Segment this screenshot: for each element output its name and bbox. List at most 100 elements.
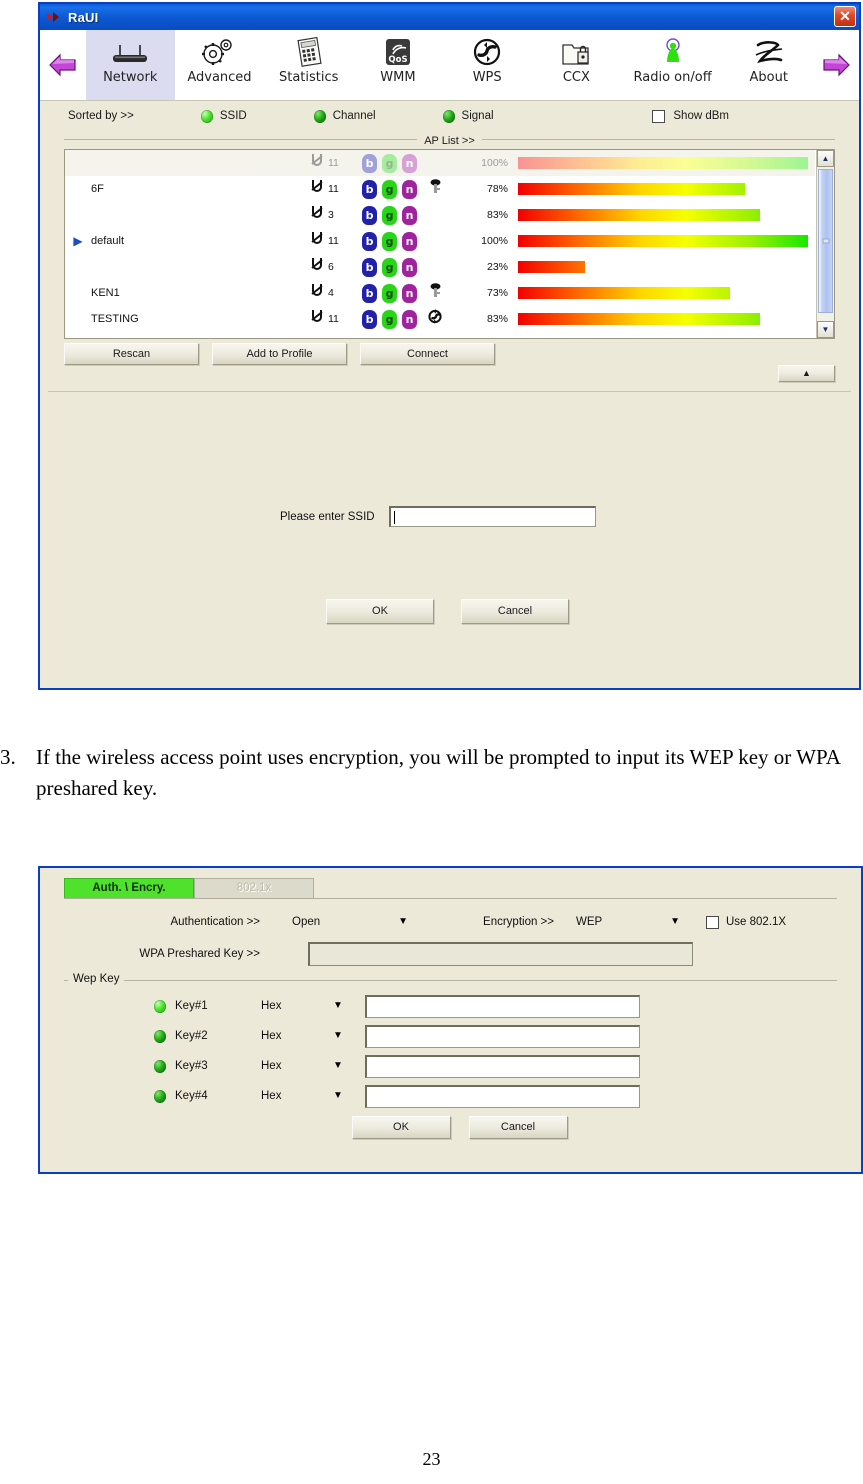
router-icon: [109, 37, 151, 67]
wep-key-input-4[interactable]: [364, 1084, 640, 1108]
rescan-button[interactable]: Rescan: [64, 343, 199, 365]
ap-signal-percent: 83%: [486, 313, 508, 325]
ap-channel: 11: [328, 183, 339, 195]
wep-key-label: Key#1: [175, 1000, 208, 1012]
tab-auth-encry[interactable]: Auth. \ Encry.: [64, 878, 194, 898]
ssid-ok-button[interactable]: OK: [326, 599, 434, 624]
ap-channel: 11: [328, 235, 339, 247]
connect-button[interactable]: Connect: [360, 343, 495, 365]
mode-badge-b: b: [362, 179, 377, 199]
mode-badge-g: g: [382, 231, 397, 251]
auth-dialog-buttons: OK Cancel: [64, 1116, 837, 1139]
mode-badge-n: n: [402, 179, 417, 199]
sort-option-ssid[interactable]: SSID: [194, 109, 247, 123]
wep-key-radio-4[interactable]: [154, 1089, 166, 1103]
authentication-label: Authentication >>: [170, 916, 260, 928]
show-dbm-checkbox[interactable]: Show dBm: [652, 109, 729, 123]
chevron-down-icon[interactable]: ▼: [398, 917, 408, 927]
wpa-preshared-key-row: WPA Preshared Key >>: [64, 942, 837, 966]
tab-statistics-label: Statistics: [278, 70, 339, 85]
mode-badge-g: g: [382, 283, 397, 303]
scroll-down-icon[interactable]: ▼: [817, 321, 834, 338]
ap-list-row[interactable]: 3 b g n 83%: [65, 202, 815, 228]
instruction-text: If the wireless access point uses encryp…: [36, 745, 840, 800]
wep-key-input-3[interactable]: [364, 1054, 640, 1078]
wep-key-radio-1[interactable]: [154, 999, 166, 1013]
wep-key-input-1[interactable]: [364, 994, 640, 1018]
scroll-up-icon[interactable]: ▲: [817, 150, 834, 167]
ssid-cancel-button[interactable]: Cancel: [461, 599, 569, 624]
ap-signal-bar: [518, 235, 809, 247]
wep-key-input-2[interactable]: [364, 1024, 640, 1048]
ap-list-row[interactable]: TESTING 11 b g n 83%: [65, 306, 815, 332]
chevron-down-icon[interactable]: ▼: [333, 1001, 343, 1011]
use-8021x-label: Use 802.1X: [726, 916, 787, 928]
ssid-prompt-row: Please enter SSID: [280, 506, 596, 527]
collapse-panel-button[interactable]: ▲: [778, 365, 835, 382]
sort-option-signal-label: Signal: [461, 110, 494, 122]
ap-list[interactable]: 11 b g n 100% 6F 11 b g n 78% 3 b g n 83% ▶ default 11 b g n 1…: [64, 149, 835, 339]
chevron-down-icon[interactable]: ▼: [670, 917, 680, 927]
window-title: RaUI: [68, 9, 99, 25]
ap-channel: 11: [328, 313, 339, 325]
ap-signal-bar-cell: [518, 313, 815, 325]
tab-radio-on-off[interactable]: Radio on/off: [621, 30, 725, 100]
tab-wps[interactable]: WPS: [442, 30, 532, 100]
close-icon[interactable]: ✕: [834, 6, 856, 27]
wep-key-label: Key#3: [175, 1060, 208, 1072]
wep-key-rows: Key#1 Hex ▼ Key#2 Hex ▼ Key#3 Hex ▼ Key#4 Hex ▼: [64, 991, 837, 1111]
ssid-input[interactable]: [388, 506, 596, 527]
ssid-prompt-buttons: OK Cancel: [326, 599, 569, 624]
ap-list-row[interactable]: KEN1 4 b g n 73%: [65, 280, 815, 306]
wep-key-label: Key#2: [175, 1030, 208, 1042]
ap-signal-percent: 83%: [486, 209, 508, 221]
wep-key-radio-3[interactable]: [154, 1059, 166, 1073]
raui-app-icon: [46, 9, 62, 25]
ap-list-row[interactable]: 11 b g n 100%: [65, 150, 815, 176]
tab-statistics[interactable]: Statistics: [264, 30, 354, 100]
signature-icon: [754, 37, 784, 67]
sort-option-channel[interactable]: Channel: [307, 109, 376, 123]
chevron-down-icon[interactable]: ▼: [333, 1091, 343, 1101]
encryption-combo[interactable]: WEP ▼: [576, 916, 706, 928]
tab-network[interactable]: Network: [85, 30, 175, 100]
forward-arrow-icon[interactable]: [813, 30, 859, 100]
mode-badge-g: g: [382, 205, 397, 225]
mode-badge-b: b: [362, 231, 377, 251]
tab-ccx[interactable]: CCX: [531, 30, 622, 100]
mode-badge-n: n: [402, 257, 417, 277]
wps-capable-icon: [422, 309, 448, 329]
wep-key-radio-2[interactable]: [154, 1029, 166, 1043]
collapse-row: ▲: [40, 365, 835, 387]
auth-cancel-button[interactable]: Cancel: [468, 1116, 568, 1139]
sort-option-signal[interactable]: Signal: [436, 109, 494, 123]
chevron-down-icon[interactable]: ▼: [333, 1031, 343, 1041]
encryption-label: Encryption >>: [483, 916, 554, 928]
wep-key-format-value: Hex: [261, 1000, 282, 1012]
ap-list-row[interactable]: ▶ default 11 b g n 100%: [65, 228, 815, 254]
add-to-profile-button[interactable]: Add to Profile: [212, 343, 347, 365]
tab-advanced[interactable]: Advanced: [174, 30, 265, 100]
tab-about[interactable]: About: [724, 30, 814, 100]
authentication-combo[interactable]: Open ▼: [292, 916, 434, 928]
back-arrow-icon[interactable]: [40, 30, 86, 100]
ap-list-scrollbar[interactable]: ▲ ▼: [816, 150, 834, 338]
auth-ok-button[interactable]: OK: [351, 1116, 451, 1139]
use-8021x-checkbox[interactable]: Use 802.1X: [706, 915, 787, 929]
ap-ssid: TESTING: [91, 313, 139, 325]
tab-wmm-label: WMM: [380, 70, 416, 85]
chevron-down-icon[interactable]: ▼: [333, 1061, 343, 1071]
ap-ssid: default: [91, 235, 125, 247]
ap-list-row[interactable]: 6F 11 b g n 78%: [65, 176, 815, 202]
checkbox-icon: [706, 915, 719, 929]
svg-text:QoS: QoS: [388, 55, 407, 65]
wifi-signal-icon: [306, 204, 328, 226]
tab-wmm[interactable]: QoS WMM: [353, 30, 443, 100]
ap-list-rows: 11 b g n 100% 6F 11 b g n 78% 3 b g n 83% ▶ default 11 b g n 1…: [65, 150, 815, 338]
wep-key-label: Key#4: [175, 1090, 208, 1102]
tab-radio-label: Radio on/off: [633, 70, 712, 85]
ap-signal-bar: [518, 183, 745, 195]
scrollbar-thumb[interactable]: [818, 169, 833, 313]
ap-list-row[interactable]: 6 b g n 23%: [65, 254, 815, 280]
wifi-signal-icon: [306, 282, 328, 304]
